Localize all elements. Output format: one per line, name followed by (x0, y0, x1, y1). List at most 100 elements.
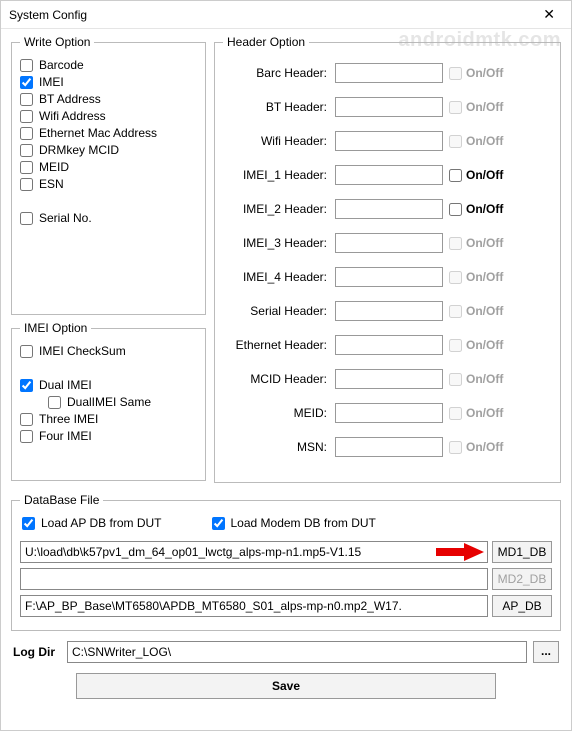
imei-option-group: IMEI Option IMEI CheckSum Dual IMEI Dual… (11, 321, 206, 481)
database-file-group: DataBase File Load AP DB from DUT Load M… (11, 493, 561, 631)
database-file-legend: DataBase File (20, 493, 103, 507)
write-option-checkbox[interactable] (20, 161, 33, 174)
md1-db-path-input[interactable] (20, 541, 488, 563)
md1-db-button[interactable]: MD1_DB (492, 541, 552, 563)
onoff-checkbox (449, 135, 462, 148)
window-title: System Config (9, 8, 87, 22)
header-row-input[interactable] (335, 403, 443, 423)
onoff-label: On/Off (466, 100, 503, 114)
header-row-input[interactable] (335, 267, 443, 287)
header-row-label: Serial Header: (223, 304, 329, 318)
header-row-input[interactable] (335, 301, 443, 321)
onoff-label: On/Off (466, 270, 503, 284)
header-row-label: Ethernet Header: (223, 338, 329, 352)
load-modem-db-checkbox[interactable] (212, 517, 225, 530)
onoff-checkbox (449, 305, 462, 318)
header-row-input[interactable] (335, 335, 443, 355)
header-option-group: Header Option Barc Header: On/Off BT Heade… (214, 35, 561, 483)
header-row-input[interactable] (335, 97, 443, 117)
onoff-label: On/Off (466, 304, 503, 318)
onoff-checkbox[interactable] (449, 203, 462, 216)
md2-db-button[interactable]: MD2_DB (492, 568, 552, 590)
log-dir-label: Log Dir (13, 645, 61, 659)
onoff-label: On/Off (466, 372, 503, 386)
onoff-label: On/Off (466, 168, 503, 182)
onoff-label: On/Off (466, 66, 503, 80)
dual-imei-checkbox[interactable] (20, 379, 33, 392)
header-row-input[interactable] (335, 165, 443, 185)
ap-db-path-input[interactable] (20, 595, 488, 617)
write-option-label: Ethernet Mac Address (39, 126, 157, 140)
onoff-label: On/Off (466, 338, 503, 352)
write-option-label: DRMkey MCID (39, 143, 119, 157)
write-option-checkbox[interactable] (20, 93, 33, 106)
onoff-label: On/Off (466, 134, 503, 148)
header-row-label: IMEI_3 Header: (223, 236, 329, 250)
log-dir-input[interactable] (67, 641, 527, 663)
header-row-label: MEID: (223, 406, 329, 420)
onoff-checkbox (449, 373, 462, 386)
titlebar: System Config ✕ (1, 1, 571, 29)
onoff-checkbox (449, 407, 462, 420)
header-row-input[interactable] (335, 233, 443, 253)
load-ap-db-checkbox[interactable] (22, 517, 35, 530)
onoff-checkbox (449, 67, 462, 80)
write-option-checkbox[interactable] (20, 59, 33, 72)
header-row-input[interactable] (335, 369, 443, 389)
write-option-group: Write Option Barcode IMEI BT Address Wifi A… (11, 35, 206, 315)
md2-db-path-input[interactable] (20, 568, 488, 590)
close-icon[interactable]: ✕ (535, 4, 563, 25)
header-row-label: IMEI_2 Header: (223, 202, 329, 216)
three-imei-label: Three IMEI (39, 412, 98, 426)
onoff-checkbox (449, 271, 462, 284)
header-row-input[interactable] (335, 131, 443, 151)
four-imei-checkbox[interactable] (20, 430, 33, 443)
onoff-checkbox (449, 101, 462, 114)
imei-option-legend: IMEI Option (20, 321, 91, 335)
write-option-checkbox[interactable] (20, 144, 33, 157)
header-row-input[interactable] (335, 437, 443, 457)
write-option-label: Wifi Address (39, 109, 106, 123)
imei-checksum-label: IMEI CheckSum (39, 344, 126, 358)
ap-db-button[interactable]: AP_DB (492, 595, 552, 617)
onoff-checkbox[interactable] (449, 169, 462, 182)
header-row-label: Wifi Header: (223, 134, 329, 148)
write-option-label: IMEI (39, 75, 64, 89)
dual-imei-same-label: DualIMEI Same (67, 395, 151, 409)
write-option-checkbox[interactable] (20, 76, 33, 89)
header-row-input[interactable] (335, 63, 443, 83)
onoff-label: On/Off (466, 236, 503, 250)
onoff-checkbox (449, 441, 462, 454)
log-dir-browse-button[interactable]: ... (533, 641, 559, 663)
write-option-label: BT Address (39, 92, 101, 106)
three-imei-checkbox[interactable] (20, 413, 33, 426)
header-row-input[interactable] (335, 199, 443, 219)
four-imei-label: Four IMEI (39, 429, 92, 443)
save-button[interactable]: Save (76, 673, 496, 699)
header-option-legend: Header Option (223, 35, 309, 49)
write-option-label: MEID (39, 160, 69, 174)
header-row-label: MCID Header: (223, 372, 329, 386)
header-row-label: MSN: (223, 440, 329, 454)
header-row-label: BT Header: (223, 100, 329, 114)
write-option-checkbox[interactable] (20, 127, 33, 140)
imei-checksum-checkbox[interactable] (20, 345, 33, 358)
write-option-checkbox[interactable] (20, 178, 33, 191)
header-row-label: IMEI_4 Header: (223, 270, 329, 284)
serial-no-label: Serial No. (39, 211, 92, 225)
header-row-label: Barc Header: (223, 66, 329, 80)
write-option-checkbox[interactable] (20, 110, 33, 123)
dual-imei-label: Dual IMEI (39, 378, 92, 392)
load-ap-db-label: Load AP DB from DUT (41, 516, 162, 530)
write-option-label: ESN (39, 177, 64, 191)
load-modem-db-label: Load Modem DB from DUT (231, 516, 376, 530)
write-option-label: Barcode (39, 58, 84, 72)
dual-imei-same-checkbox[interactable] (48, 396, 61, 409)
serial-no-checkbox[interactable] (20, 212, 33, 225)
onoff-checkbox (449, 339, 462, 352)
header-row-label: IMEI_1 Header: (223, 168, 329, 182)
onoff-label: On/Off (466, 406, 503, 420)
write-option-legend: Write Option (20, 35, 94, 49)
onoff-label: On/Off (466, 202, 503, 216)
onoff-label: On/Off (466, 440, 503, 454)
